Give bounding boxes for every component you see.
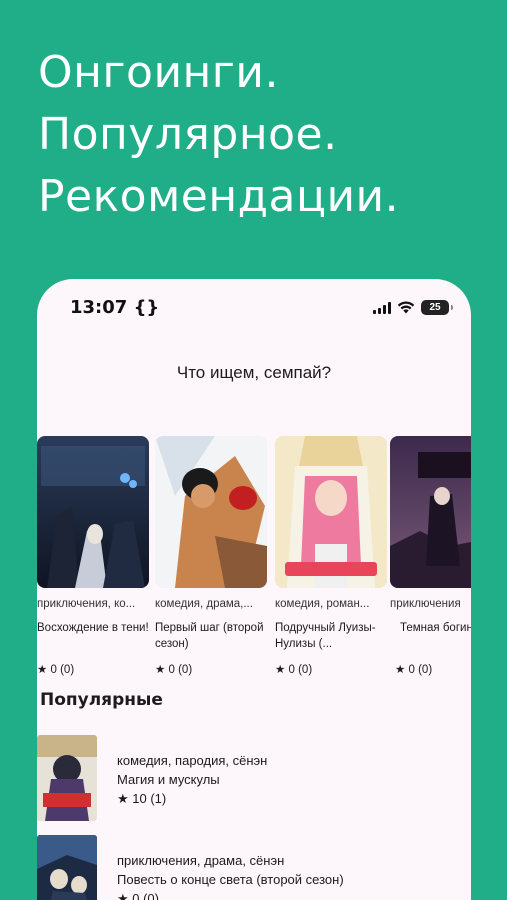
ongoing-carousel[interactable]: приключения, ко... Восхождение в тени! ★… <box>37 436 471 676</box>
status-icons: 25 <box>373 300 453 315</box>
card-rating: ★ 0 (0) <box>37 664 75 676</box>
poster-image <box>390 436 471 588</box>
card-title: Восхождение в тени! <box>37 622 149 634</box>
list-rating: ★ 10 (1) <box>117 791 167 806</box>
carousel-card[interactable]: приключения, ко... Восхождение в тени! ★… <box>37 436 149 676</box>
promo-line-popular: Популярное. <box>38 109 338 160</box>
promo-headline: Онгоинги. Популярное. Рекомендации. <box>38 42 399 228</box>
card-title: Первый шаг (второй сезон) <box>155 622 264 650</box>
phone-screen: 13:07 {} 25 Что ищем, семпай? приключени… <box>37 279 471 900</box>
card-genres: приключения, ко... <box>37 598 136 610</box>
battery-icon: 25 <box>421 300 453 315</box>
list-genres: комедия, пародия, сёнэн <box>117 753 268 768</box>
status-time: 13:07 {} <box>70 297 160 318</box>
list-item[interactable]: комедия, пародия, сёнэн Магия и мускулы … <box>37 735 471 821</box>
list-thumbnail <box>37 735 97 821</box>
list-item[interactable]: приключения, драма, сёнэн Повесть о конц… <box>37 835 471 900</box>
card-genres: комедия, драма,... <box>155 598 253 610</box>
promo-line-recommendations: Рекомендации. <box>38 171 400 222</box>
carousel-card[interactable]: комедия, роман... Подручный Луизы-Нулизы… <box>275 436 387 676</box>
carousel-card[interactable]: комедия, драма,... Первый шаг (второй се… <box>155 436 267 676</box>
search-prompt[interactable]: Что ищем, семпай? <box>37 363 471 383</box>
card-rating: ★ 0 (0) <box>275 664 313 676</box>
list-thumbnail <box>37 835 97 900</box>
popular-section-title: Популярные <box>40 690 163 710</box>
list-text: приключения, драма, сёнэн Повесть о конц… <box>117 851 344 900</box>
card-genres: комедия, роман... <box>275 598 370 610</box>
poster-image <box>275 436 387 588</box>
battery-level: 25 <box>429 302 441 313</box>
card-rating: ★ 0 (0) <box>395 664 433 676</box>
list-text: комедия, пародия, сёнэн Магия и мускулы … <box>117 751 267 808</box>
card-title: Подручный Луизы-Нулизы (... <box>275 622 376 650</box>
wifi-icon <box>397 301 415 314</box>
status-bar: 13:07 {} 25 <box>37 279 471 335</box>
card-title: Темная богиня <box>400 622 471 634</box>
card-genres: приключения <box>390 598 461 610</box>
carousel-card[interactable]: приключения Темная богиня ★ 0 (0) <box>390 436 471 676</box>
poster-image <box>37 436 149 588</box>
poster-image <box>155 436 267 588</box>
card-rating: ★ 0 (0) <box>155 664 193 676</box>
promo-line-ongoing: Онгоинги. <box>38 47 279 98</box>
list-title: Магия и мускулы <box>117 772 220 787</box>
list-title: Повесть о конце света (второй сезон) <box>117 872 344 887</box>
signal-icon <box>373 301 391 314</box>
list-rating: ★ 0 (0) <box>117 891 159 900</box>
list-genres: приключения, драма, сёнэн <box>117 853 285 868</box>
